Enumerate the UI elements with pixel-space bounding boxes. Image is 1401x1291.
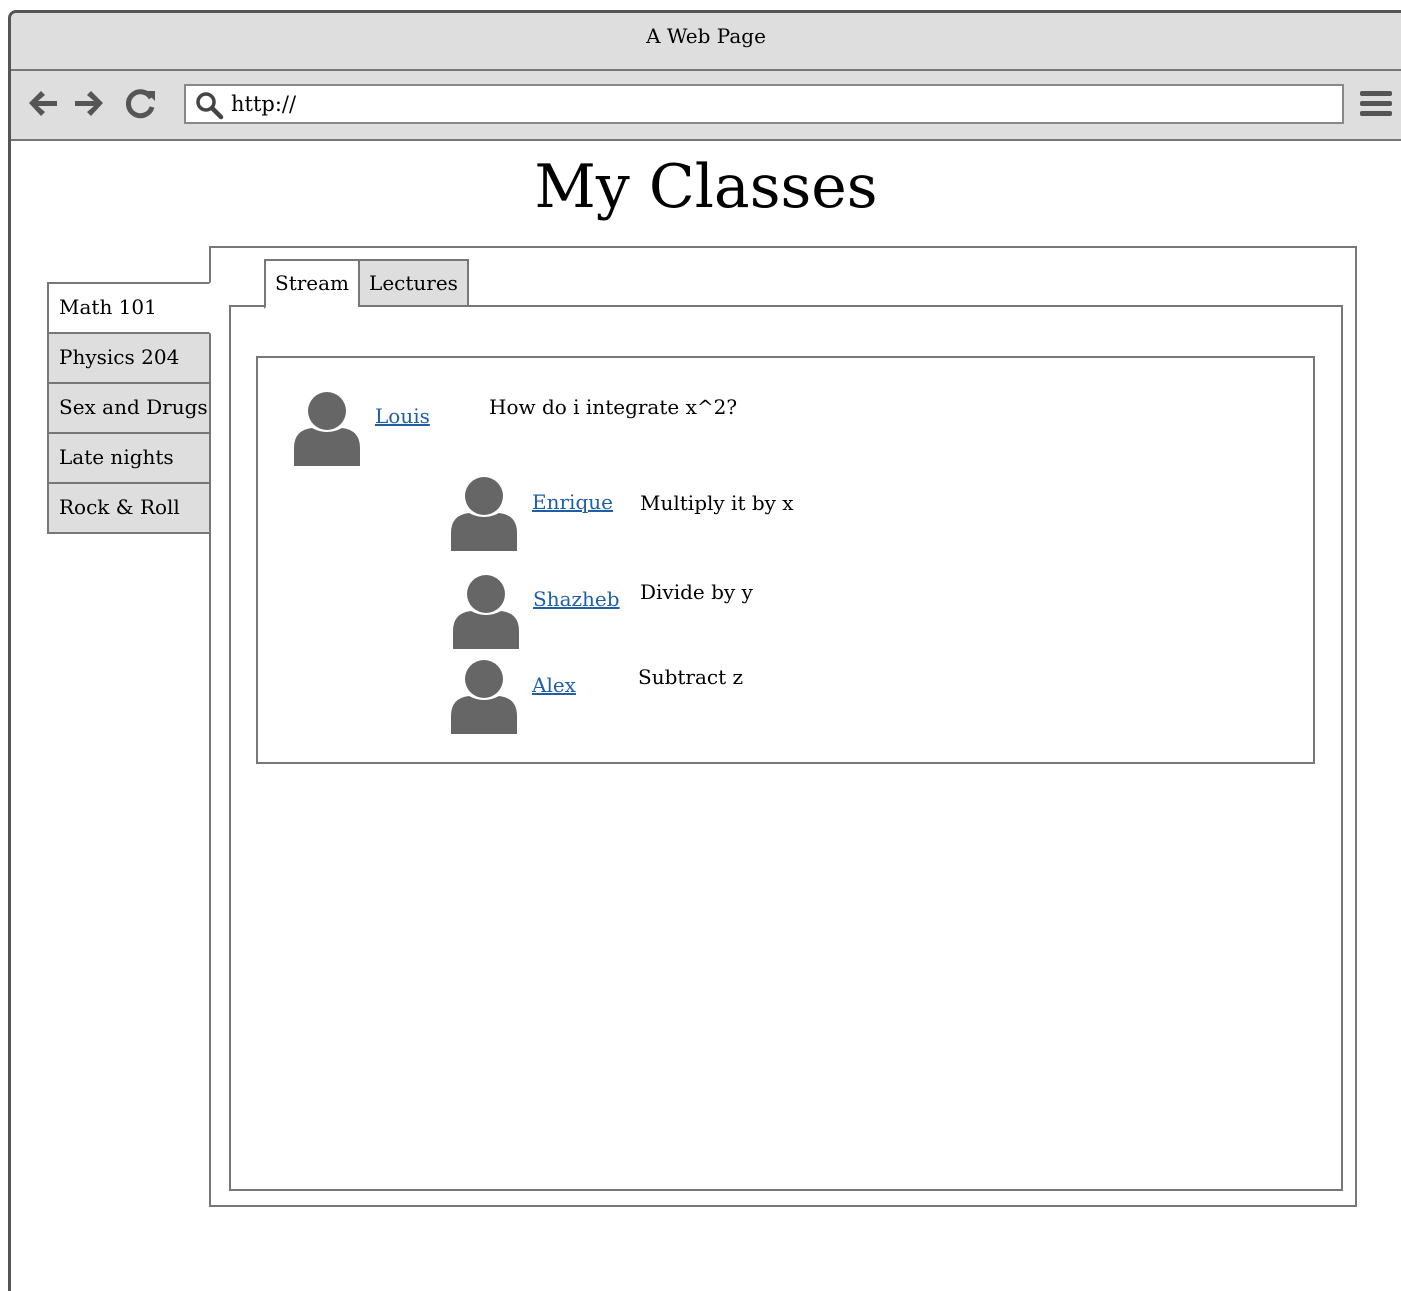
content-tab-list: Stream Lectures [264, 259, 469, 309]
user-avatar-icon [451, 477, 517, 551]
stream-thread: Louis How do i integrate x^2? Enrique Mu… [256, 356, 1315, 764]
browser-window: A Web Page http:// My Classes Math 101 P… [8, 10, 1401, 1291]
reply-text: Multiply it by x [640, 491, 794, 515]
url-text: http:// [231, 92, 297, 116]
search-icon [196, 92, 224, 120]
user-avatar-icon [451, 660, 517, 734]
browser-toolbar: http:// [11, 71, 1401, 141]
reply-author-link[interactable]: Shazheb [533, 587, 620, 611]
address-bar[interactable]: http:// [184, 84, 1344, 124]
reload-icon[interactable] [123, 85, 159, 121]
hamburger-menu-icon[interactable] [1359, 89, 1393, 119]
class-tab-rock-and-roll[interactable]: Rock & Roll [47, 484, 211, 534]
class-tab-math-101[interactable]: Math 101 [47, 282, 211, 334]
reply-text: Divide by y [640, 580, 753, 604]
reply-author-link[interactable]: Alex [532, 673, 576, 697]
window-title: A Web Page [646, 24, 766, 48]
class-tab-list: Math 101 Physics 204 Sex and Drugs Late … [47, 282, 211, 534]
page-title: My Classes [534, 152, 878, 222]
post-text: How do i integrate x^2? [489, 395, 738, 419]
reply-text: Subtract z [638, 665, 744, 689]
post-author-link[interactable]: Louis [375, 404, 430, 428]
user-avatar-icon [453, 575, 519, 649]
tab-stream[interactable]: Stream [264, 259, 359, 309]
arrow-left-icon[interactable] [25, 85, 61, 121]
arrow-right-icon[interactable] [71, 85, 107, 121]
class-tab-late-nights[interactable]: Late nights [47, 434, 211, 484]
user-avatar-icon [294, 392, 360, 466]
class-tab-physics-204[interactable]: Physics 204 [47, 334, 211, 384]
reply-author-link[interactable]: Enrique [532, 490, 613, 514]
tab-lectures[interactable]: Lectures [358, 259, 469, 307]
title-bar: A Web Page [11, 13, 1401, 71]
class-tab-sex-and-drugs[interactable]: Sex and Drugs [47, 384, 211, 434]
